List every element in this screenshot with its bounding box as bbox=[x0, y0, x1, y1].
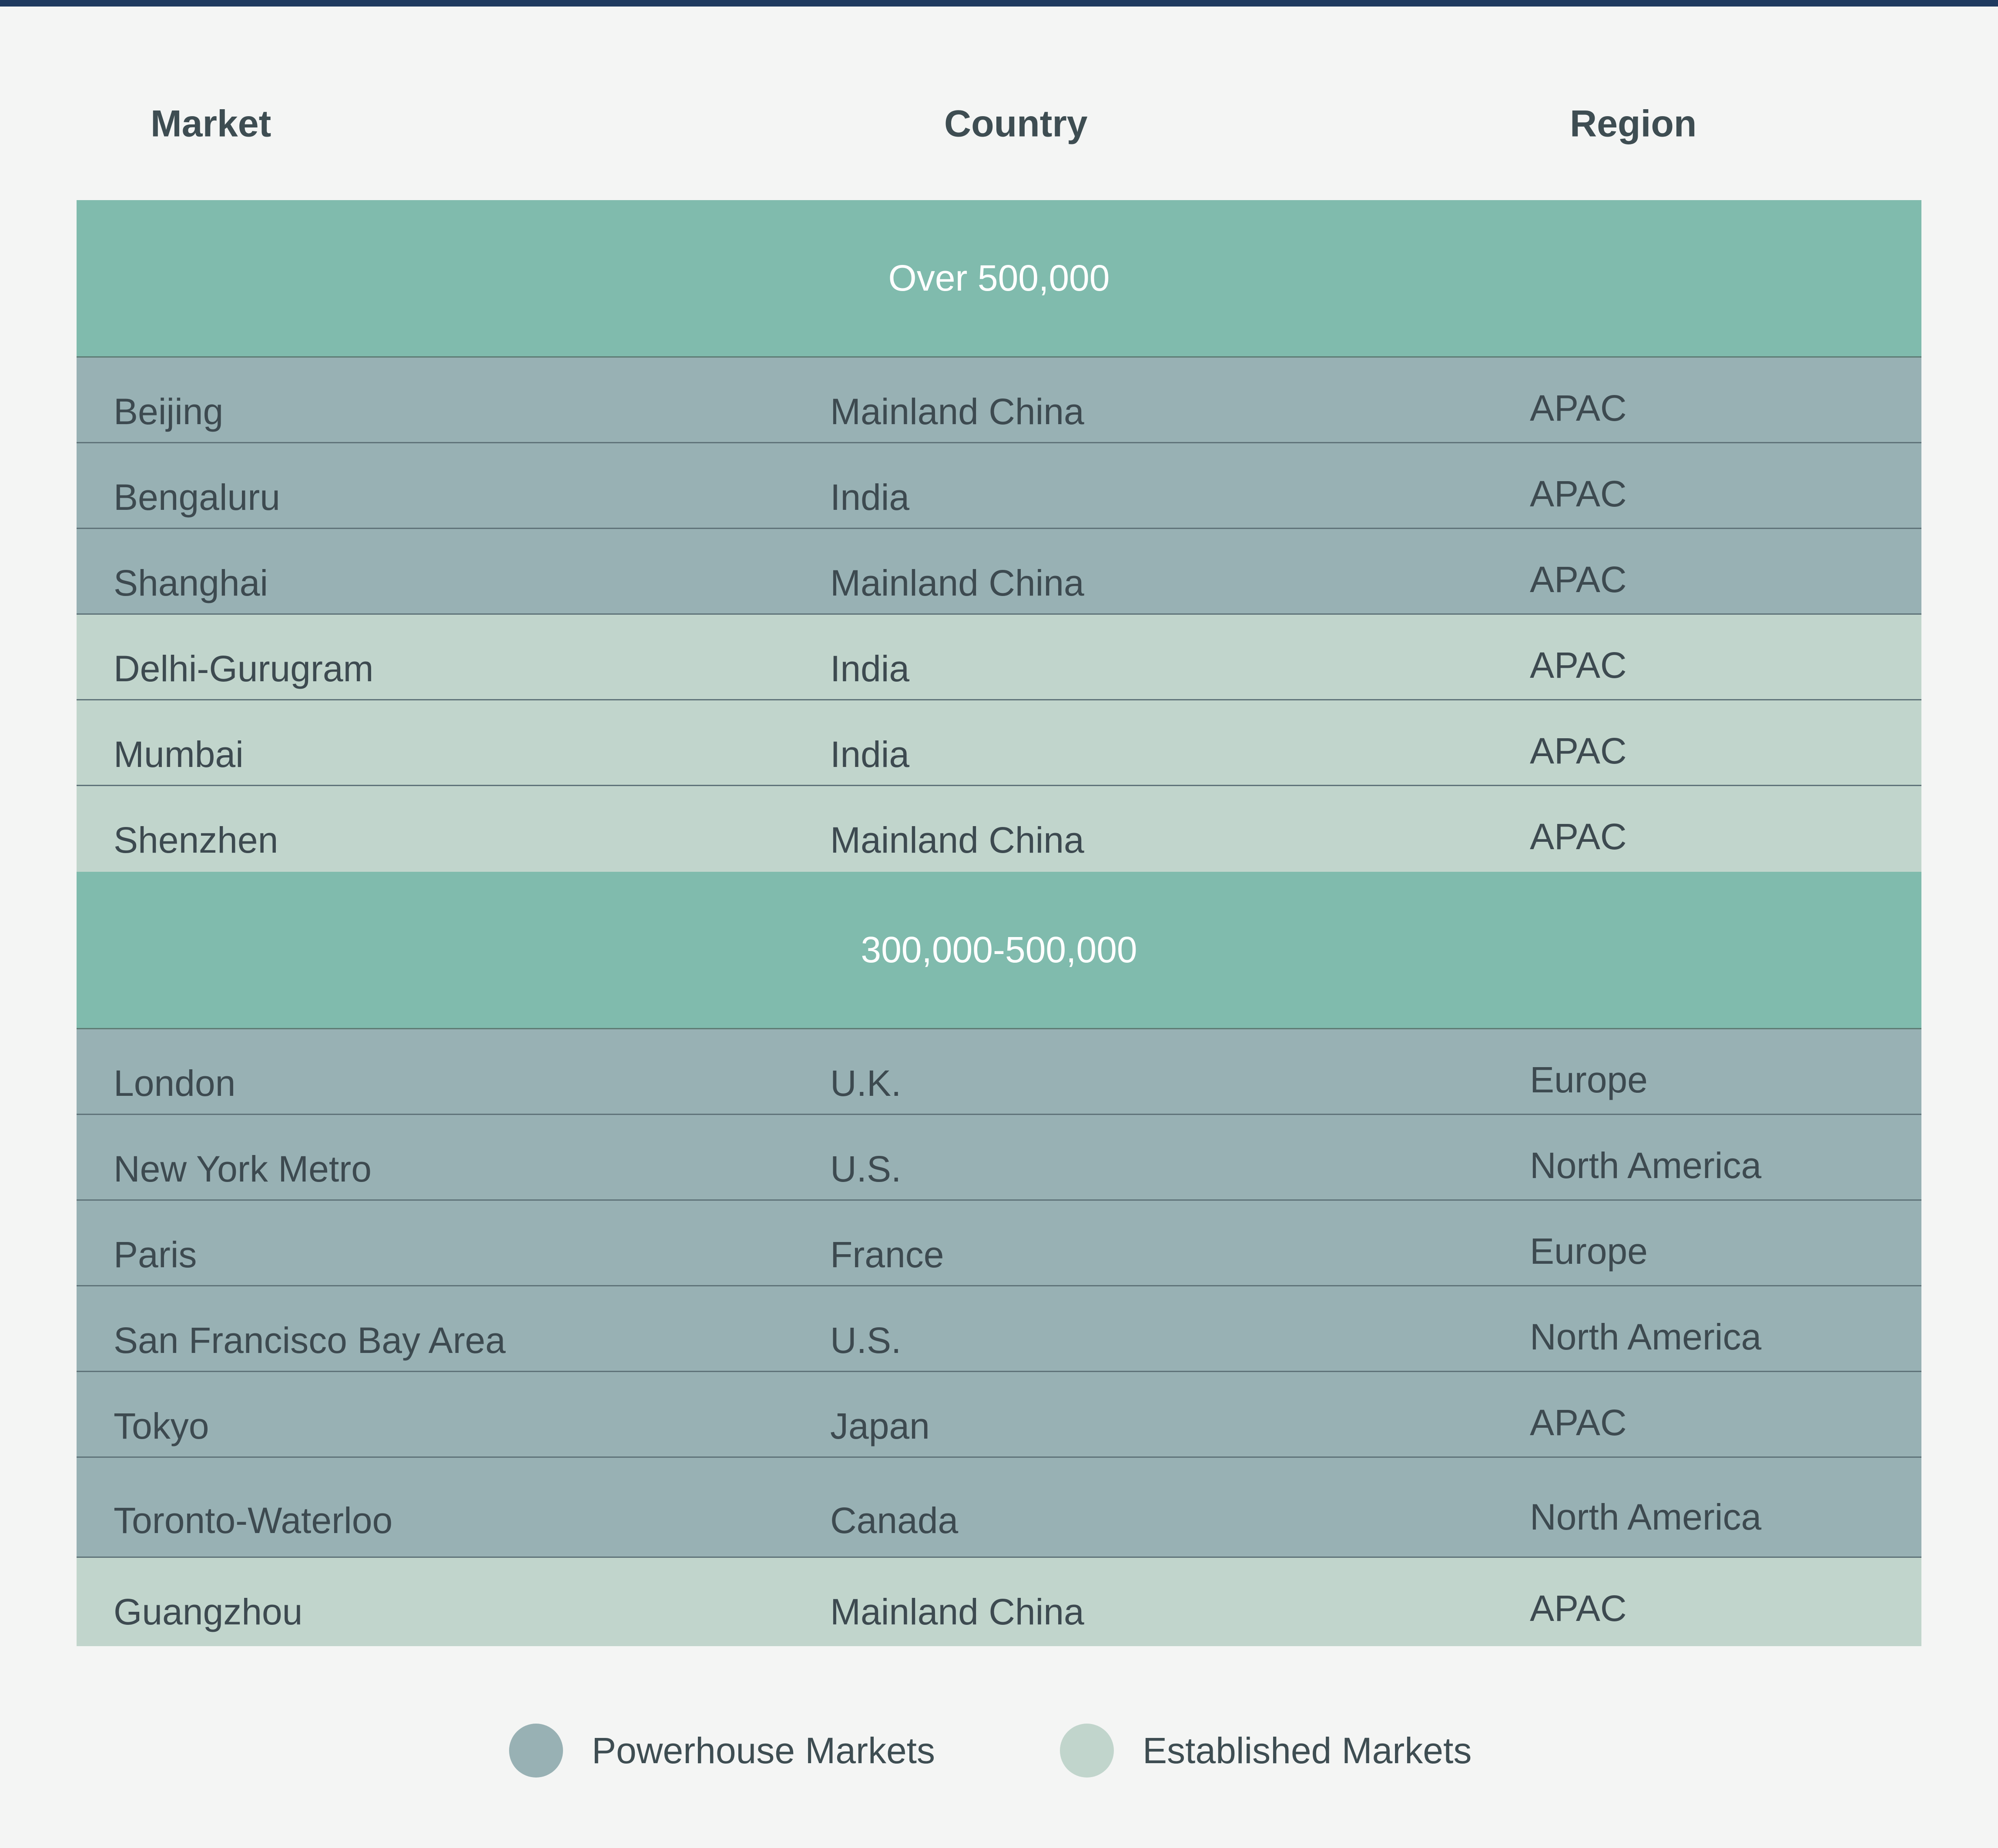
table-row: New York Metro U.S. North America bbox=[77, 1115, 1921, 1201]
market-cell: London bbox=[114, 1063, 236, 1104]
market-cell: Shanghai bbox=[114, 562, 268, 603]
country-cell: Mainland China bbox=[830, 562, 1084, 603]
table-row: Bengaluru India APAC bbox=[77, 443, 1921, 529]
country-cell: U.S. bbox=[830, 1320, 902, 1361]
group-label: Over 500,000 bbox=[888, 258, 1110, 298]
country-cell: Canada bbox=[830, 1500, 959, 1541]
market-cell: Guangzhou bbox=[114, 1591, 303, 1632]
table-row: Toronto-Waterloo Canada North America bbox=[77, 1458, 1921, 1558]
table-row: Paris France Europe bbox=[77, 1201, 1921, 1286]
established-swatch bbox=[1060, 1724, 1114, 1778]
group-label: 300,000-500,000 bbox=[861, 929, 1137, 970]
region-cell: APAC bbox=[1530, 1402, 1627, 1443]
country-cell: India bbox=[830, 477, 910, 518]
country-cell: Mainland China bbox=[830, 391, 1084, 432]
region-cell: APAC bbox=[1530, 730, 1627, 771]
header-country: Country bbox=[944, 103, 1088, 145]
table-row: Tokyo Japan APAC bbox=[77, 1372, 1921, 1458]
market-cell: Mumbai bbox=[114, 734, 244, 775]
region-cell: APAC bbox=[1530, 559, 1627, 600]
market-cell: Paris bbox=[114, 1234, 197, 1275]
region-cell: North America bbox=[1530, 1316, 1762, 1357]
region-cell: APAC bbox=[1530, 816, 1627, 857]
table-row: Shanghai Mainland China APAC bbox=[77, 529, 1921, 615]
country-cell: India bbox=[830, 648, 910, 689]
region-cell: APAC bbox=[1530, 473, 1627, 514]
region-cell: Europe bbox=[1530, 1231, 1648, 1272]
market-cell: San Francisco Bay Area bbox=[114, 1320, 506, 1361]
country-cell: Mainland China bbox=[830, 1591, 1084, 1632]
country-cell: Japan bbox=[830, 1406, 930, 1446]
region-cell: Europe bbox=[1530, 1059, 1648, 1100]
legend-item-established: Established Markets bbox=[1060, 1724, 1472, 1778]
market-cell: Delhi-Gurugram bbox=[114, 648, 374, 689]
legend-label-powerhouse: Powerhouse Markets bbox=[592, 1730, 935, 1771]
group-band: Over 500,000 bbox=[77, 200, 1921, 358]
table-header: Market Country Region bbox=[77, 78, 1921, 170]
region-cell: APAC bbox=[1530, 388, 1627, 429]
header-region: Region bbox=[1570, 103, 1697, 145]
group-band: 300,000-500,000 bbox=[77, 872, 1921, 1029]
region-cell: APAC bbox=[1530, 645, 1627, 686]
region-cell: North America bbox=[1530, 1145, 1762, 1186]
legend-item-powerhouse: Powerhouse Markets bbox=[509, 1724, 935, 1778]
market-cell: New York Metro bbox=[114, 1148, 372, 1189]
powerhouse-swatch bbox=[509, 1724, 563, 1778]
region-cell: APAC bbox=[1530, 1588, 1627, 1629]
country-cell: Mainland China bbox=[830, 820, 1084, 860]
market-cell: Toronto-Waterloo bbox=[114, 1500, 393, 1541]
table-row: San Francisco Bay Area U.S. North Americ… bbox=[77, 1286, 1921, 1372]
market-cell: Shenzhen bbox=[114, 820, 278, 860]
country-cell: U.S. bbox=[830, 1148, 902, 1189]
markets-table: Over 500,000 Beijing Mainland China APAC… bbox=[77, 200, 1921, 1646]
table-row: Shenzhen Mainland China APAC bbox=[77, 786, 1921, 872]
region-cell: North America bbox=[1530, 1496, 1762, 1537]
market-cell: Beijing bbox=[114, 391, 224, 432]
market-table-page: Market Country Region Over 500,000 Beiji… bbox=[0, 0, 1998, 1848]
table-row: Delhi-Gurugram India APAC bbox=[77, 615, 1921, 700]
legend-label-established: Established Markets bbox=[1143, 1730, 1472, 1771]
market-cell: Tokyo bbox=[114, 1406, 209, 1446]
country-cell: France bbox=[830, 1234, 944, 1275]
table-row: Beijing Mainland China APAC bbox=[77, 358, 1921, 443]
country-cell: India bbox=[830, 734, 910, 775]
table-row: London U.K. Europe bbox=[77, 1029, 1921, 1115]
table-row: Guangzhou Mainland China APAC bbox=[77, 1558, 1921, 1646]
country-cell: U.K. bbox=[830, 1063, 902, 1104]
header-market: Market bbox=[151, 103, 272, 145]
market-cell: Bengaluru bbox=[114, 477, 280, 518]
table-row: Mumbai India APAC bbox=[77, 700, 1921, 786]
